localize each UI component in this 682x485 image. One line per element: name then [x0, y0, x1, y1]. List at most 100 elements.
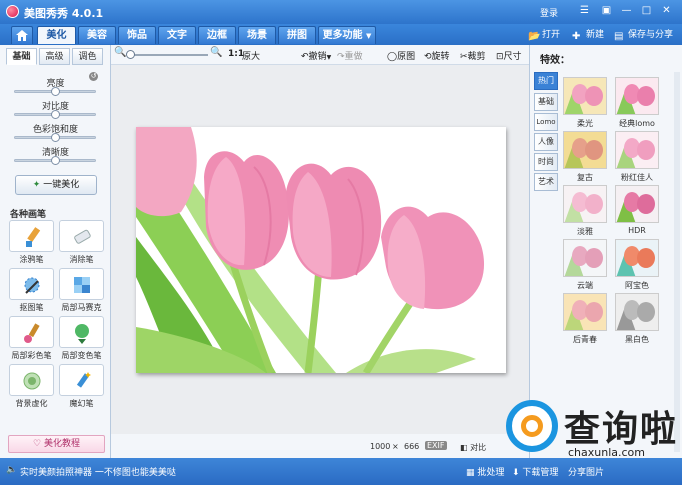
effect-thumb-icon: [616, 192, 655, 222]
image-height: 666: [404, 442, 420, 451]
crop-button[interactable]: ✂裁剪: [460, 49, 486, 62]
batch-process-button[interactable]: ▦ 批处理: [466, 465, 504, 478]
resize-button[interactable]: ⊡尺寸: [496, 49, 522, 62]
redo-button[interactable]: ↷重做: [337, 49, 363, 62]
redo-icon: ↷: [337, 52, 345, 62]
effect-classic-lomo[interactable]: 经典lomo: [614, 77, 660, 129]
fx-category-fashion[interactable]: 时尚: [534, 153, 558, 171]
watermark: 查询啦 chaxunla.com: [502, 398, 682, 470]
compare-icon: ◧: [460, 443, 468, 452]
zoom-in-icon[interactable]: 🔍: [210, 47, 222, 58]
fx-category-lomo[interactable]: Lomo: [534, 113, 558, 131]
effect-pink-lady[interactable]: 粉红佳人: [614, 131, 660, 183]
new-button[interactable]: ✚ 新建: [572, 28, 604, 43]
mosaic-icon: [74, 277, 90, 293]
tab-more-label: 更多功能: [322, 30, 363, 41]
effect-black-white[interactable]: 黑白色: [614, 293, 660, 345]
tool-cutout-pen[interactable]: 抠图笔: [8, 268, 55, 313]
fx-category-portrait[interactable]: 人像: [534, 133, 558, 151]
rotate-icon: ⟲: [424, 52, 432, 62]
zoom-out-icon[interactable]: 🔍: [114, 47, 126, 58]
original-size-button[interactable]: 原大: [242, 49, 260, 62]
tool-local-recolor-pen[interactable]: 局部变色笔: [58, 316, 105, 361]
maximize-icon[interactable]: □: [640, 5, 653, 17]
brush-icon: [26, 227, 41, 247]
menu-icon[interactable]: ☰: [578, 5, 591, 17]
save-share-button[interactable]: ▤ 保存与分享: [614, 28, 673, 43]
tool-background-blur[interactable]: 背景虚化: [8, 364, 55, 409]
tool-local-mosaic[interactable]: 局部马赛克: [58, 268, 105, 313]
effect-thumb-icon: [564, 84, 603, 114]
recolor-icon: [75, 324, 89, 344]
brightness-slider[interactable]: [14, 87, 96, 96]
subtab-basic[interactable]: 基础: [6, 48, 37, 65]
tab-home[interactable]: [11, 26, 33, 44]
tab-beauty[interactable]: 美容: [78, 26, 116, 44]
effect-cloud[interactable]: 云端: [562, 239, 608, 291]
login-link[interactable]: 登录: [540, 6, 558, 19]
effects-panel: 特效： 热门 基础 Lomo 人像 时尚 艺术 柔光 经典lomo 复古 粉红佳…: [529, 45, 682, 458]
tutorial-button[interactable]: ♡ 美化教程: [8, 435, 105, 453]
tab-scene[interactable]: 场景: [238, 26, 276, 44]
effect-thumb-icon: [616, 300, 655, 330]
tab-text[interactable]: 文字: [158, 26, 196, 44]
app-title: 美图秀秀 4.0.1: [24, 7, 104, 20]
contrast-slider[interactable]: [14, 110, 96, 119]
effect-thumb-icon: [564, 192, 603, 222]
minimize-icon[interactable]: —: [620, 5, 633, 17]
tab-accessories[interactable]: 饰品: [118, 26, 156, 44]
saturation-slider[interactable]: [14, 133, 96, 142]
adjust-subtabs: 基础 高级 调色: [6, 48, 104, 65]
effect-hdr[interactable]: HDR: [614, 185, 660, 235]
close-icon[interactable]: ✕: [660, 5, 673, 17]
undo-button[interactable]: ↶撤销▼: [301, 49, 331, 62]
fx-category-hot[interactable]: 热门: [534, 72, 558, 90]
save-icon: ▤: [614, 31, 624, 42]
exif-badge[interactable]: EXIF: [425, 441, 447, 450]
brightness-knob[interactable]: [51, 87, 60, 96]
batch-icon: ▦: [466, 468, 475, 478]
image-canvas[interactable]: [111, 65, 529, 434]
tool-magic-pen[interactable]: 魔幻笔: [58, 364, 105, 409]
open-button[interactable]: 📂 打开: [528, 28, 560, 43]
tulip-photo[interactable]: [136, 127, 506, 373]
zoom-slider[interactable]: [128, 54, 208, 56]
watermark-text: 查询啦: [564, 409, 679, 450]
blur-icon: [23, 372, 41, 390]
folder-icon: 📂: [528, 31, 541, 42]
subtab-advanced[interactable]: 高级: [39, 48, 70, 65]
home-icon: [16, 30, 28, 41]
sharpness-knob[interactable]: [51, 156, 60, 165]
fx-category-art[interactable]: 艺术: [534, 173, 558, 191]
effect-youth[interactable]: 后青春: [562, 293, 608, 345]
one-click-beautify-button[interactable]: ✦ 一键美化: [15, 175, 97, 195]
promo-tip-link[interactable]: 实时美颜拍照神器 一不修图也能美美哒: [20, 465, 176, 478]
tab-beautify[interactable]: 美化: [37, 26, 76, 44]
tab-more[interactable]: 更多功能 ▼: [318, 26, 376, 44]
heart-icon: ♡: [33, 439, 42, 449]
tool-local-color-pen[interactable]: 局部彩色笔: [8, 316, 55, 361]
zoom-knob[interactable]: [126, 50, 135, 59]
fx-category-basic[interactable]: 基础: [534, 93, 558, 111]
saturation-knob[interactable]: [51, 133, 60, 142]
tool-eraser-pen[interactable]: 消除笔: [58, 220, 105, 265]
effect-soft-light[interactable]: 柔光: [562, 77, 608, 129]
tab-collage[interactable]: 拼图: [278, 26, 316, 44]
compare-button[interactable]: ◧ 对比: [460, 442, 486, 453]
new-file-icon: ✚: [572, 31, 581, 42]
effects-scrollbar[interactable]: [674, 72, 680, 452]
effect-elegant[interactable]: 淡雅: [562, 185, 608, 237]
canvas-toolbar: 🔍 🔍 1:1 原大 ↶撤销▼ ↷重做 ◯原图 ⟲旋转 ✂裁剪 ⊡尺寸: [111, 45, 529, 65]
contrast-knob[interactable]: [51, 110, 60, 119]
sharpness-slider[interactable]: [14, 156, 96, 165]
original-image-button[interactable]: ◯原图: [387, 49, 415, 62]
cutout-icon: [24, 277, 40, 294]
original-icon: ◯: [387, 52, 398, 62]
effect-abao-color[interactable]: 阿宝色: [614, 239, 660, 291]
tool-doodle-pen[interactable]: 涂鸦笔: [8, 220, 55, 265]
effect-retro[interactable]: 复古: [562, 131, 608, 183]
skin-icon[interactable]: ▣: [600, 5, 613, 17]
rotate-button[interactable]: ⟲旋转: [424, 49, 450, 62]
subtab-color[interactable]: 调色: [72, 48, 103, 65]
tab-frame[interactable]: 边框: [198, 26, 236, 44]
